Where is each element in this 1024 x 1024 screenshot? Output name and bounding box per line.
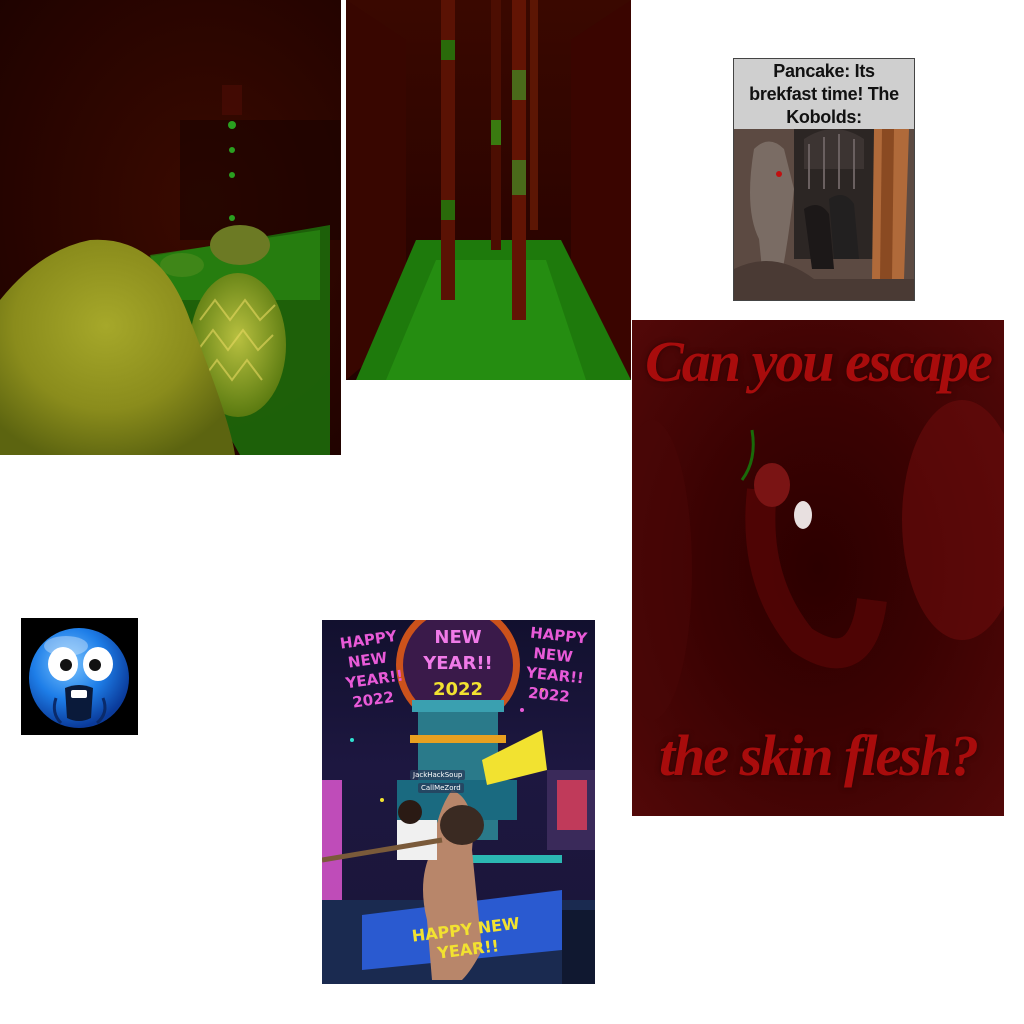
red-pillar-corridor-scene bbox=[346, 0, 631, 380]
dark-room-egg-scene bbox=[0, 85, 340, 455]
dark-room-egg-image bbox=[0, 0, 341, 455]
kobolds-meme-image: Pancake: Its brekfast time! The Kobolds: bbox=[733, 58, 915, 301]
meme-caption-box: Pancake: Its brekfast time! The Kobolds: bbox=[734, 59, 914, 129]
player-name-tag: CallMeZord bbox=[418, 783, 464, 793]
red-pillar-corridor-image bbox=[346, 0, 631, 380]
meme-caption: Pancake: Its brekfast time! The Kobolds: bbox=[749, 60, 899, 127]
player-name-tag: JackHackSoup bbox=[410, 770, 466, 780]
kobolds-cartoon-illustration bbox=[734, 129, 914, 300]
scared-emoji-image bbox=[21, 618, 138, 735]
poster-title-line-2: the skin flesh? bbox=[658, 723, 979, 788]
poster-title-line-1: Can you escape bbox=[645, 329, 993, 394]
neon-sign-right: HAPPY NEW YEAR!! 2022 bbox=[525, 623, 588, 706]
scared-face-icon bbox=[29, 628, 129, 728]
image-collage: Pancake: Its brekfast time! The Kobolds: bbox=[0, 0, 1024, 1024]
vr-new-year-scene-image: HAPPY NEW YEAR!! 2022 NEW YEAR!! 2022 HA… bbox=[322, 620, 595, 984]
skin-flesh-poster-image: Can you escape the skin flesh? bbox=[632, 320, 1004, 816]
neon-sign-center-year: YEAR!! bbox=[423, 653, 493, 674]
neon-sign-center-new: NEW bbox=[434, 627, 482, 648]
neon-sign-left: HAPPY NEW YEAR!! 2022 bbox=[338, 626, 405, 712]
neon-sign-center-2022: 2022 bbox=[432, 679, 484, 700]
